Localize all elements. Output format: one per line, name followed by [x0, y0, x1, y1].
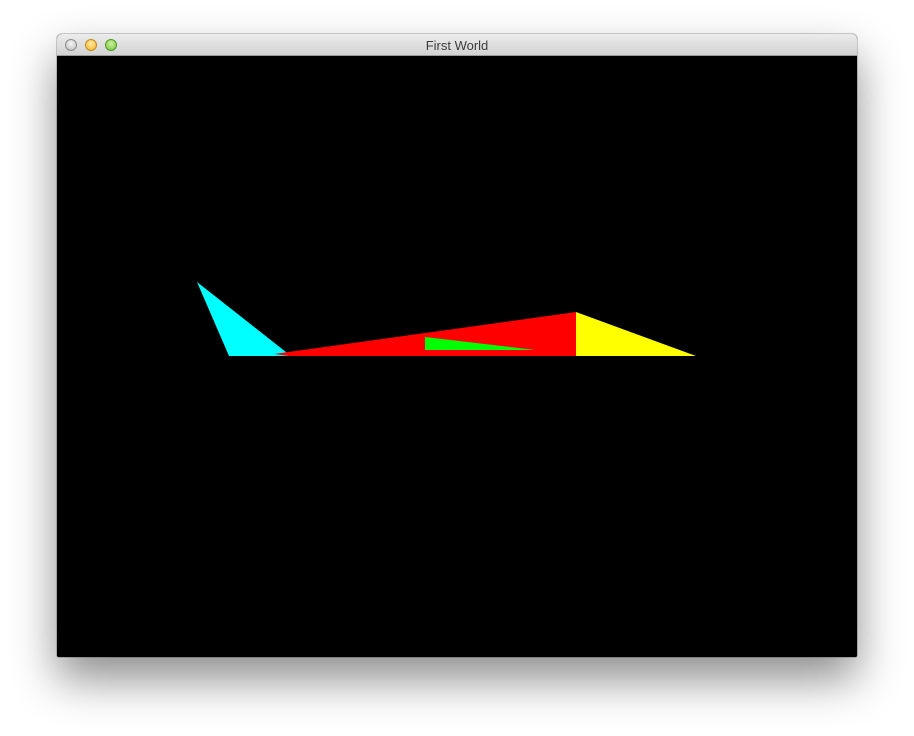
app-window: First World	[57, 34, 857, 657]
tail-fin-cyan	[197, 282, 291, 356]
window-title: First World	[425, 38, 489, 53]
render-viewport[interactable]	[57, 56, 857, 657]
scene-canvas	[197, 282, 696, 356]
title-bar[interactable]: First World	[57, 34, 857, 56]
nose-yellow	[576, 312, 696, 356]
